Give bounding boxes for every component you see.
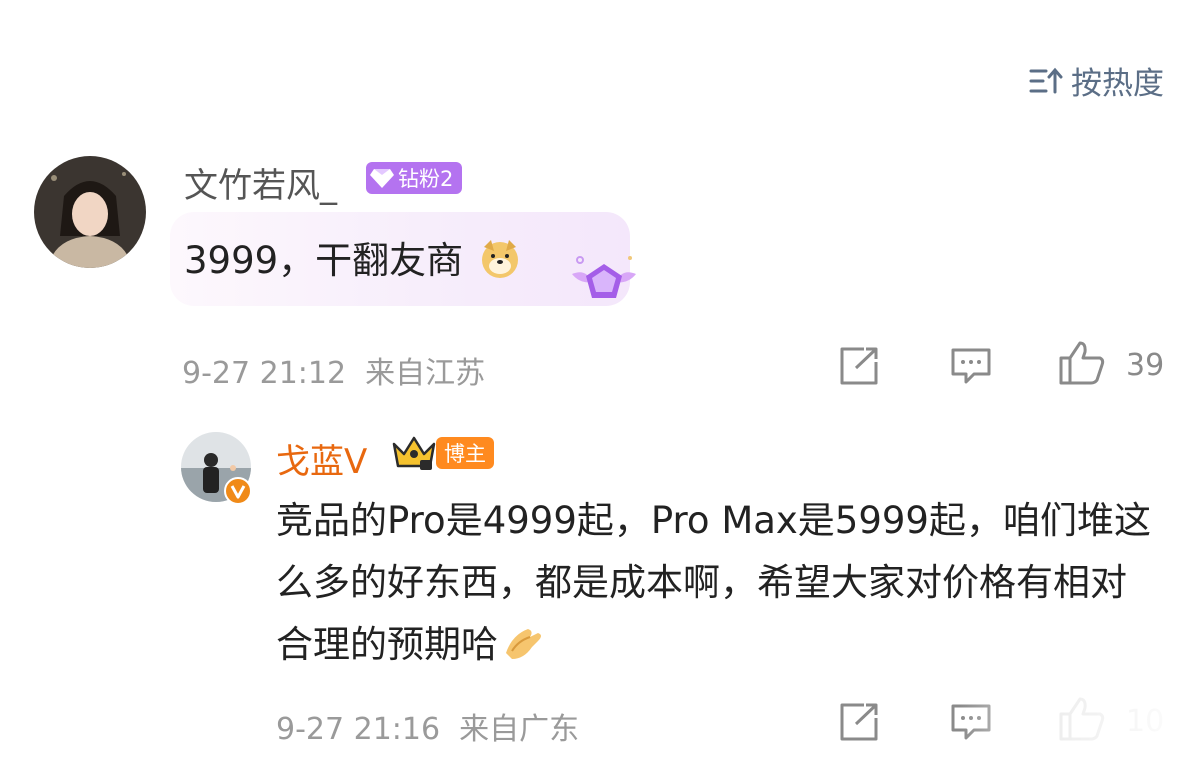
clap-hands-emoji [502, 620, 546, 682]
diamond-icon [370, 169, 394, 188]
crown-icon [392, 436, 436, 470]
reply-username[interactable]: 戈蓝V [276, 434, 367, 483]
like-count: 39 [1126, 348, 1165, 383]
comment-icon[interactable] [950, 346, 992, 386]
fan-badge-label: 钻粉2 [398, 167, 454, 191]
reply-meta: 9-27 21:16 来自广东 [276, 712, 580, 747]
blogger-badge: 博主 [436, 437, 494, 469]
blogger-badge-label: 博主 [444, 442, 486, 466]
reply-text: 竞品的Pro是4999起，Pro Max是5999起，咱们堆这么多的好东西，都是… [276, 499, 1151, 666]
diamond-fan-decoration-icon [572, 256, 636, 298]
repost-icon[interactable] [838, 346, 880, 386]
bottom-fade-overlay [960, 690, 1200, 767]
avatar[interactable] [34, 156, 146, 268]
sort-icon [1029, 67, 1063, 93]
fan-badge[interactable]: 钻粉2 [366, 162, 462, 194]
reply-body: 竞品的Pro是4999起，Pro Max是5999起，咱们堆这么多的好东西，都是… [276, 490, 1156, 682]
like-icon[interactable] [1058, 340, 1106, 386]
verified-v-icon [224, 477, 252, 505]
comment-text: 3999，干翻友商 [184, 239, 464, 282]
sort-label: 按热度 [1071, 66, 1164, 102]
comment-meta: 9-27 21:12 来自江苏 [182, 356, 486, 391]
comment-body: 3999，干翻友商 [184, 230, 521, 288]
comment-username[interactable]: 文竹若风_ [184, 158, 337, 207]
sort-by-heat-button[interactable]: 按热度 [1029, 58, 1164, 103]
doge-emoji [479, 237, 521, 288]
reply-repost-icon[interactable] [838, 702, 880, 742]
